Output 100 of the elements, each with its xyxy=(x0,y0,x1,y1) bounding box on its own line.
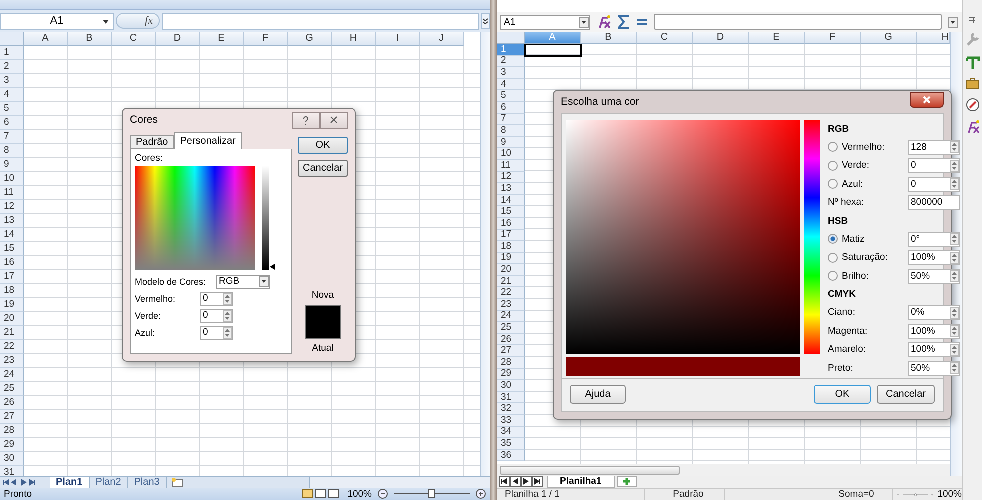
function-wizard-icon[interactable] xyxy=(596,15,612,29)
cell-cursor[interactable] xyxy=(524,44,582,57)
column-header[interactable]: F xyxy=(244,32,288,46)
column-header[interactable]: G xyxy=(288,32,332,46)
column-header[interactable]: D xyxy=(693,32,749,44)
row-header[interactable]: 8 xyxy=(497,125,525,137)
row-header[interactable]: 19 xyxy=(0,298,24,312)
number-field[interactable]: 100% xyxy=(908,250,960,266)
row-header[interactable]: 25 xyxy=(0,382,24,396)
insert-function-button[interactable]: fx xyxy=(116,13,160,29)
row-header[interactable]: 18 xyxy=(0,284,24,298)
row-header[interactable]: 11 xyxy=(0,186,24,200)
row-header[interactable]: 36 xyxy=(497,450,525,462)
row-header[interactable]: 30 xyxy=(0,452,24,466)
row-header[interactable]: 19 xyxy=(497,252,525,264)
row-header[interactable]: 27 xyxy=(497,345,525,358)
color-model-select[interactable]: RGB xyxy=(216,274,270,288)
zoom-level[interactable]: 100% xyxy=(938,489,962,500)
column-header[interactable]: B xyxy=(581,32,637,44)
column-header[interactable]: C xyxy=(112,32,156,46)
row-header[interactable]: 14 xyxy=(0,228,24,242)
name-box[interactable]: A1 xyxy=(0,12,114,30)
dialog-button[interactable]: Cancelar xyxy=(877,385,935,404)
row-header[interactable]: 5 xyxy=(0,102,24,116)
column-header[interactable]: A xyxy=(24,32,68,46)
row-header[interactable]: 29 xyxy=(0,438,24,452)
row-header[interactable]: 12 xyxy=(0,200,24,214)
row-header[interactable]: 26 xyxy=(497,334,525,346)
zoom-level[interactable]: 100% xyxy=(348,488,372,500)
luminance-bar[interactable] xyxy=(262,166,269,270)
column-header[interactable]: C xyxy=(637,32,693,44)
row-header[interactable]: 20 xyxy=(0,312,24,326)
column-header[interactable]: G xyxy=(861,32,917,44)
row-header[interactable]: 33 xyxy=(497,415,525,427)
row-header[interactable]: 3 xyxy=(0,74,24,88)
row-header[interactable]: 31 xyxy=(0,466,24,476)
close-button[interactable] xyxy=(320,112,348,128)
slider-arrow-icon[interactable] xyxy=(270,264,275,270)
row-header[interactable]: 15 xyxy=(497,206,525,218)
row-header[interactable]: 32 xyxy=(497,403,525,415)
row-header[interactable]: 13 xyxy=(0,214,24,228)
column-header[interactable]: I xyxy=(376,32,420,46)
row-header[interactable]: 1 xyxy=(0,46,24,60)
row-header[interactable]: 15 xyxy=(0,242,24,256)
row-header[interactable]: 2 xyxy=(0,60,24,74)
spinner-icon[interactable] xyxy=(950,160,959,172)
radio-button[interactable] xyxy=(828,271,838,282)
horizontal-scrollbar[interactable] xyxy=(500,466,680,474)
row-header[interactable]: 16 xyxy=(0,256,24,270)
spinner-icon[interactable] xyxy=(950,252,959,264)
row-header[interactable]: 22 xyxy=(497,287,525,300)
spinner-icon[interactable] xyxy=(950,325,959,338)
column-header[interactable]: H xyxy=(332,32,376,46)
row-header[interactable]: 28 xyxy=(0,424,24,438)
spinner-icon[interactable] xyxy=(950,344,959,356)
row-header[interactable]: 7 xyxy=(497,114,525,126)
row-header[interactable]: 4 xyxy=(497,78,525,90)
dialog-button[interactable]: Cancelar xyxy=(298,160,348,177)
number-field[interactable]: 0 xyxy=(200,292,233,306)
dialog-button[interactable]: OK xyxy=(298,137,348,154)
spinner-icon[interactable] xyxy=(950,306,959,319)
column-header[interactable]: E xyxy=(749,32,805,44)
row-header[interactable]: 31 xyxy=(497,392,525,404)
row-header[interactable]: 14 xyxy=(497,194,525,206)
column-header[interactable]: E xyxy=(200,32,244,46)
sum-icon[interactable] xyxy=(618,15,630,29)
row-header[interactable]: 11 xyxy=(497,160,525,172)
vertical-scrollbar[interactable] xyxy=(480,32,490,476)
number-field[interactable]: 100% xyxy=(908,342,960,358)
formula-input[interactable] xyxy=(162,12,479,30)
expand-icon[interactable] xyxy=(948,16,958,28)
sheet-navigation-icon[interactable] xyxy=(499,476,545,487)
zoom-out-icon[interactable] xyxy=(378,489,388,499)
number-field[interactable]: 0° xyxy=(908,232,960,247)
help-button[interactable] xyxy=(292,112,320,128)
dialog-tab[interactable]: Personalizar xyxy=(174,132,242,149)
row-header[interactable]: 6 xyxy=(497,102,525,114)
horizontal-scrollbar[interactable] xyxy=(308,477,490,488)
spinner-icon[interactable] xyxy=(223,292,232,304)
row-header[interactable]: 27 xyxy=(0,410,24,424)
row-header[interactable]: 17 xyxy=(0,270,24,284)
radio-button[interactable] xyxy=(828,179,838,190)
saturation-brightness-picker[interactable] xyxy=(566,120,800,354)
row-header[interactable]: 35 xyxy=(497,438,525,450)
gallery-icon[interactable] xyxy=(966,78,980,90)
row-header[interactable]: 8 xyxy=(0,144,24,158)
column-header[interactable]: B xyxy=(68,32,112,46)
equals-icon[interactable] xyxy=(636,17,648,27)
number-field[interactable]: 800000 xyxy=(908,195,960,210)
row-header[interactable]: 23 xyxy=(0,354,24,368)
spinner-icon[interactable] xyxy=(950,178,959,190)
color-spectrum[interactable] xyxy=(135,166,255,270)
expand-icon[interactable] xyxy=(481,13,490,29)
spinner-icon[interactable] xyxy=(223,326,232,338)
slider-thumb[interactable] xyxy=(914,493,917,496)
spinner-icon[interactable] xyxy=(950,270,959,282)
radio-button[interactable] xyxy=(828,234,838,244)
radio-button[interactable] xyxy=(828,252,838,263)
row-header[interactable]: 29 xyxy=(497,368,525,380)
number-field[interactable]: 128 xyxy=(908,140,960,155)
